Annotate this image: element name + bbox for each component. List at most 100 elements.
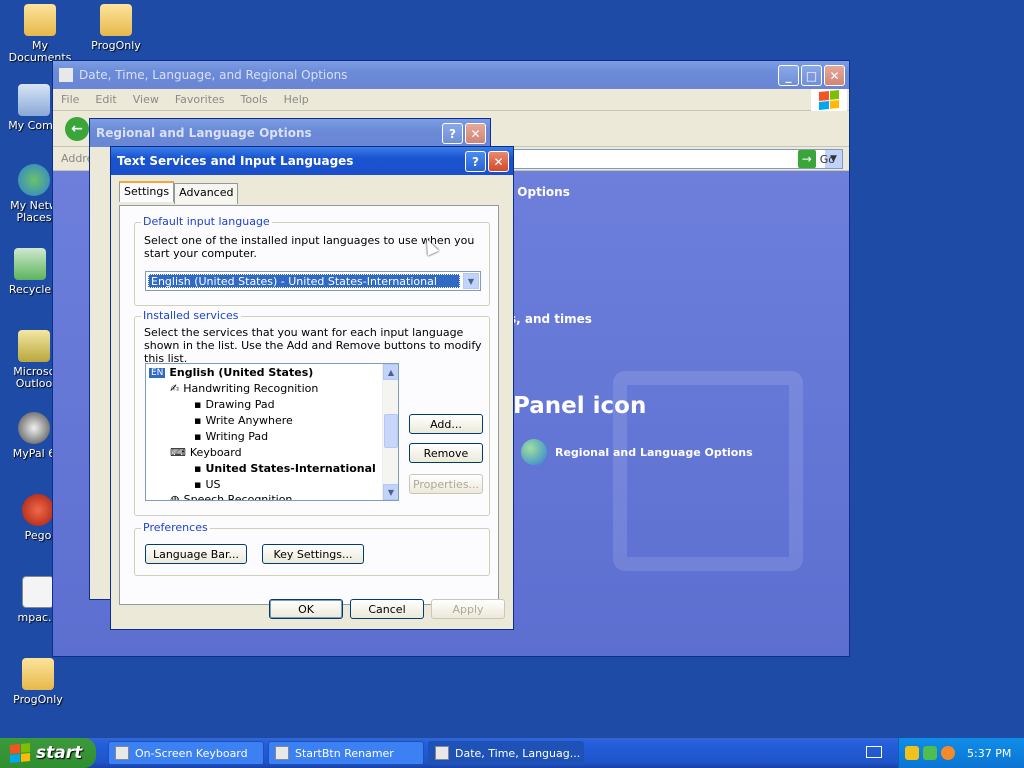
windows-flag-icon xyxy=(10,742,30,764)
taskbar-item-startbtn-renamer[interactable]: StartBtn Renamer xyxy=(268,741,424,765)
language-bar-button[interactable]: Language Bar... xyxy=(145,544,247,564)
task-label: StartBtn Renamer xyxy=(295,746,394,760)
menu-favorites[interactable]: Favorites xyxy=(175,93,225,106)
tree-item-label: Writing Pad xyxy=(205,430,269,443)
tree-item[interactable]: ▪ Drawing Pad xyxy=(194,398,275,411)
computer-icon xyxy=(18,84,50,116)
shield-icon[interactable] xyxy=(905,746,919,760)
maximize-button[interactable]: □ xyxy=(801,65,822,86)
desktop-icon-label: ProgOnly xyxy=(13,693,63,706)
tree-item[interactable]: ▪ Writing Pad xyxy=(194,430,268,443)
default-language-group: Default input language Select one of the… xyxy=(134,215,490,306)
default-language-select[interactable]: English (United States) - United States-… xyxy=(145,271,481,291)
tree-item[interactable]: ▪ US xyxy=(194,478,221,491)
text-services-titlebar[interactable]: Text Services and Input Languages ? ✕ xyxy=(111,147,513,175)
settings-panel: Default input language Select one of the… xyxy=(119,205,499,605)
add-button[interactable]: Add... xyxy=(409,414,483,434)
window-app-icon xyxy=(59,68,73,82)
go-label: Go xyxy=(819,152,835,166)
heading-panel-icon: Panel icon xyxy=(513,393,647,419)
chevron-down-icon[interactable]: ▼ xyxy=(463,273,479,289)
clock[interactable]: 5:37 PM xyxy=(967,747,1011,760)
cancel-button[interactable]: Cancel xyxy=(350,599,424,619)
tree-item[interactable]: ▪ Write Anywhere xyxy=(194,414,293,427)
group-title: Preferences xyxy=(141,521,210,534)
scroll-thumb[interactable] xyxy=(384,414,398,448)
help-button[interactable]: ? xyxy=(465,151,486,172)
bullet-icon: ▪ xyxy=(194,430,202,443)
tree-item-label: United States-International xyxy=(205,462,376,475)
bullet-icon: ▪ xyxy=(194,398,202,411)
tree-item-selected[interactable]: ▪ United States-International xyxy=(194,462,376,475)
remove-button[interactable]: Remove xyxy=(409,443,483,463)
file-icon xyxy=(22,576,54,608)
search-icon[interactable] xyxy=(941,746,955,760)
regional-language-link-label: Regional and Language Options xyxy=(555,445,753,459)
tree-handwriting-row[interactable]: ✍ Handwriting Recognition xyxy=(170,382,318,395)
installed-services-tree[interactable]: EN English (United States) ✍ Handwriting… xyxy=(145,363,399,501)
tree-scrollbar[interactable]: ▲ ▼ xyxy=(382,364,398,500)
apply-button[interactable]: Apply xyxy=(431,599,505,619)
task-label: Date, Time, Languag... xyxy=(455,746,581,760)
control-panel-icon xyxy=(435,746,449,760)
default-language-value: English (United States) - United States-… xyxy=(148,274,460,288)
scroll-down-icon[interactable]: ▼ xyxy=(383,484,398,500)
desktop-icon-my-documents[interactable]: My Documents xyxy=(0,4,80,64)
tab-strip: Settings Advanced xyxy=(119,181,239,204)
preferences-group: Preferences Language Bar... Key Settings… xyxy=(134,521,490,576)
key-settings-button[interactable]: Key Settings... xyxy=(262,544,364,564)
tree-item-label: Write Anywhere xyxy=(205,414,293,427)
menu-tools[interactable]: Tools xyxy=(241,93,268,106)
close-button[interactable]: ✕ xyxy=(488,151,509,172)
text-services-dialog: Text Services and Input Languages ? ✕ Se… xyxy=(110,146,514,630)
back-arrow-icon[interactable]: ← xyxy=(65,117,89,141)
zip-folder-icon xyxy=(22,658,54,690)
installed-services-group: Installed services Select the services t… xyxy=(134,309,490,516)
tree-language-row[interactable]: EN English (United States) xyxy=(149,366,313,379)
tree-item-label: Drawing Pad xyxy=(205,398,275,411)
network-icon xyxy=(18,164,50,196)
go-button[interactable]: → Go xyxy=(797,150,835,168)
close-button[interactable]: ✕ xyxy=(465,123,486,144)
start-label: start xyxy=(36,743,83,763)
keyboard-indicator-icon[interactable] xyxy=(866,746,882,758)
window-title: Date, Time, Language, and Regional Optio… xyxy=(79,68,348,82)
tab-settings[interactable]: Settings xyxy=(119,181,175,202)
ok-button[interactable]: OK xyxy=(269,599,343,619)
desktop-icon-progonly[interactable]: ProgOnly xyxy=(76,4,156,52)
window-title: Regional and Language Options xyxy=(96,126,312,140)
tree-speech-row[interactable]: ◍ Speech Recognition xyxy=(170,493,292,500)
network-tray-icon[interactable] xyxy=(923,746,937,760)
bullet-icon: ▪ xyxy=(194,462,202,475)
regional-language-link[interactable]: Regional and Language Options xyxy=(521,439,753,465)
minimize-button[interactable]: _ xyxy=(778,65,799,86)
heading-times: s, and times xyxy=(509,312,592,326)
tree-keyboard-row[interactable]: ⌨ Keyboard xyxy=(170,446,242,459)
group-title: Installed services xyxy=(141,309,241,322)
desktop-icon-progonly-zip[interactable]: ProgOnly xyxy=(0,658,78,706)
bullet-icon: ▪ xyxy=(194,414,202,427)
system-tray: 5:37 PM xyxy=(898,738,1024,768)
menu-view[interactable]: View xyxy=(133,93,159,106)
regional-titlebar[interactable]: Regional and Language Options ? ✕ xyxy=(90,119,490,147)
tab-advanced[interactable]: Advanced xyxy=(174,183,239,204)
scroll-up-icon[interactable]: ▲ xyxy=(383,364,398,380)
control-panel-titlebar[interactable]: Date, Time, Language, and Regional Optio… xyxy=(53,61,849,89)
mypal-icon xyxy=(18,412,50,444)
menu-edit[interactable]: Edit xyxy=(95,93,116,106)
folder-icon xyxy=(100,4,132,36)
app-icon xyxy=(275,746,289,760)
taskbar-item-date-time[interactable]: Date, Time, Languag... xyxy=(428,741,584,765)
dialog-title: Text Services and Input Languages xyxy=(117,154,354,168)
menu-file[interactable]: File xyxy=(61,93,79,106)
start-button[interactable]: start xyxy=(0,738,96,768)
taskbar-item-onscreen-keyboard[interactable]: On-Screen Keyboard xyxy=(108,741,264,765)
go-arrow-icon: → xyxy=(797,150,816,168)
properties-button[interactable]: Properties... xyxy=(409,474,483,494)
close-button[interactable]: ✕ xyxy=(824,65,845,86)
address-input[interactable]: ▼ xyxy=(513,149,843,169)
help-button[interactable]: ? xyxy=(442,123,463,144)
keyboard-icon: ⌨ xyxy=(170,446,186,459)
menu-help[interactable]: Help xyxy=(284,93,309,106)
folder-docs-icon xyxy=(24,4,56,36)
